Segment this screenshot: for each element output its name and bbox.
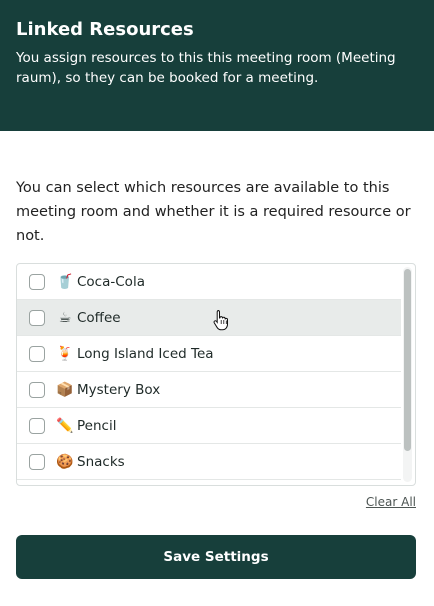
resource-label: Pencil [77,417,117,434]
resource-checkbox[interactable] [29,381,45,398]
cola-icon: 🥤 [56,273,74,290]
list-item[interactable]: ☕ Coffee [17,300,401,336]
hand-cursor-icon [213,310,228,331]
resource-checkbox[interactable] [29,345,45,362]
page-title: Linked Resources [16,19,194,40]
resource-label: Snacks [77,453,125,470]
clear-all-link[interactable]: Clear All [366,495,416,509]
resource-label: Long Island Iced Tea [77,345,214,362]
cocktail-icon: 🍹 [56,345,74,362]
resource-checkbox[interactable] [29,273,45,290]
intro-text: You can select which resources are avail… [16,180,411,244]
resource-checkbox[interactable] [29,309,45,326]
pencil-icon: ✏️ [56,417,74,434]
resource-list-items: 🥤 Coca-Cola ☕ Coffee 🍹 Long Island Iced … [17,264,401,480]
header-description: You assign resources to this this meetin… [16,50,396,86]
resource-label: Coffee [77,309,121,326]
cookie-icon: 🍪 [56,453,74,470]
coffee-icon: ☕ [58,309,72,326]
save-settings-button[interactable]: Save Settings [16,535,416,579]
scrollbar-thumb[interactable] [404,269,411,451]
resource-checkbox[interactable] [29,453,45,470]
resource-label: Coca-Cola [77,273,145,290]
resource-list[interactable]: 🥤 Coca-Cola ☕ Coffee 🍹 Long Island Iced … [16,263,416,486]
list-item[interactable]: 🍹 Long Island Iced Tea [17,336,401,372]
list-item[interactable]: ✏️ Pencil [17,408,401,444]
header-banner: Linked Resources You assign resources to… [0,0,434,131]
list-item[interactable]: 📦 Mystery Box [17,372,401,408]
list-item[interactable]: 🍪 Snacks [17,444,401,480]
list-item[interactable]: 🥤 Coca-Cola [17,264,401,300]
scrollbar[interactable] [403,267,412,482]
box-icon: 📦 [56,381,74,398]
resource-label: Mystery Box [77,381,161,398]
resource-checkbox[interactable] [29,417,45,434]
